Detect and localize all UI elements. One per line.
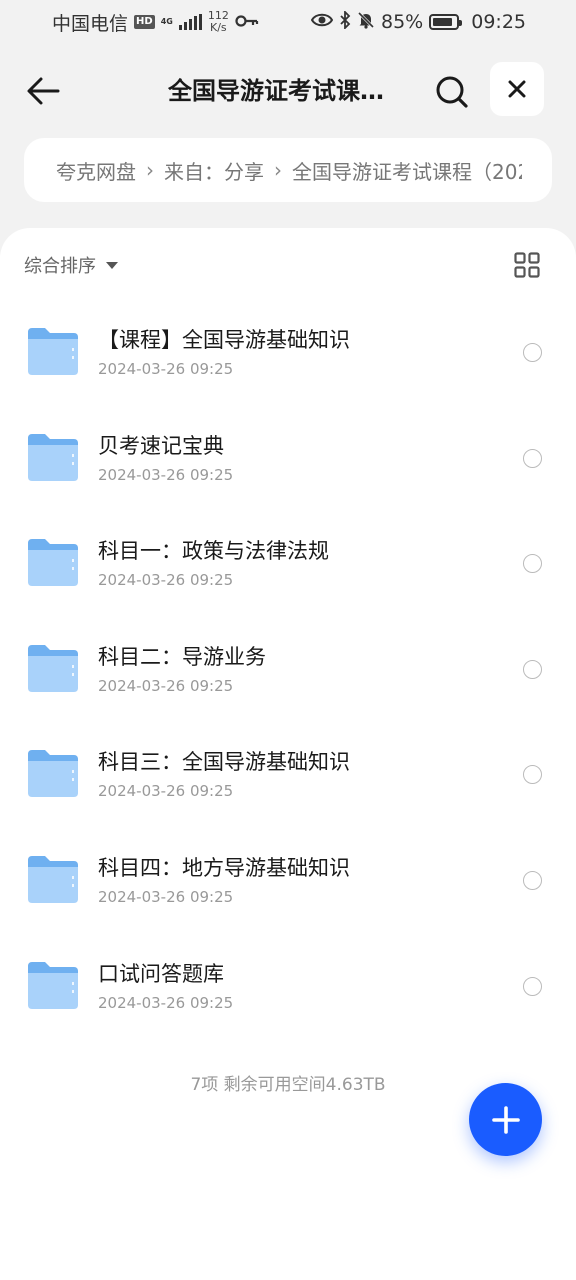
breadcrumb-item-root[interactable]: 夸克网盘 (56, 156, 136, 185)
hd-badge: HD (134, 15, 155, 29)
file-list: 【课程】全国导游基础知识 2024-03-26 09:25 贝考速记宝典 202… (0, 300, 576, 1039)
file-name: 科目二：导游业务 (98, 644, 266, 669)
folder-icon (28, 750, 78, 798)
bluetooth-icon (339, 9, 351, 34)
file-name: 口试问答题库 (98, 961, 224, 986)
battery-level (433, 18, 452, 26)
status-left: 中国电信 HD 4G 112 K/s (52, 9, 259, 36)
folder-icon (28, 328, 78, 375)
file-row[interactable]: 科目二：导游业务 2024-03-26 09:25 (0, 617, 576, 723)
select-checkbox[interactable] (523, 976, 542, 996)
grid-view-button[interactable] (514, 252, 540, 278)
file-row[interactable]: 【课程】全国导游基础知识 2024-03-26 09:25 (0, 300, 576, 406)
file-date: 2024-03-26 09:25 (98, 887, 234, 906)
select-checkbox[interactable] (523, 765, 542, 785)
carrier-label: 中国电信 (52, 12, 129, 35)
back-button[interactable] (24, 72, 62, 110)
clock: 09:25 (471, 11, 526, 33)
folder-icon (28, 539, 78, 587)
breadcrumb: 夸克网盘 › 来自：分享 › 全国导游证考试课程（2025最新版） (24, 138, 552, 202)
file-name: 贝考速记宝典 (98, 433, 224, 458)
page-title: 全国导游证考试课程（2025最新版） (168, 77, 400, 105)
signal-icon (178, 14, 202, 30)
network-speed: 112 K/s (207, 9, 229, 34)
select-checkbox[interactable] (523, 554, 542, 574)
file-date: 2024-03-26 09:25 (98, 465, 234, 484)
breadcrumb-item-current: 全国导游证考试课程（2025最新版） (292, 159, 522, 184)
battery-percent: 85% (381, 11, 424, 33)
search-icon (436, 76, 468, 108)
file-date: 2024-03-26 09:25 (98, 676, 234, 695)
folder-icon (28, 433, 78, 481)
file-date: 2024-03-26 09:25 (98, 993, 234, 1012)
file-name: 科目一：政策与法律法规 (98, 539, 329, 564)
sort-label: 综合排序 (24, 256, 96, 277)
file-name: 科目三：全国导游基础知识 (98, 750, 350, 775)
select-checkbox[interactable] (523, 659, 542, 679)
file-name: 科目四：地方导游基础知识 (98, 855, 350, 880)
select-checkbox[interactable] (523, 343, 542, 362)
file-row[interactable]: 科目一：政策与法律法规 2024-03-26 09:25 (0, 511, 576, 617)
file-row[interactable]: 科目三：全国导游基础知识 2024-03-26 09:25 (0, 722, 576, 828)
file-name: 【课程】全国导游基础知识 (98, 328, 350, 352)
header: 全国导游证考试课程（2025最新版） (0, 62, 576, 118)
plus-icon (491, 1105, 520, 1134)
sort-dropdown[interactable]: 综合排序 (24, 252, 118, 278)
caret-down-icon (106, 261, 118, 269)
close-icon (508, 80, 526, 98)
grid-view-icon (514, 252, 540, 278)
eye-icon (310, 11, 334, 33)
battery-icon (429, 14, 463, 30)
network-type: 4G (160, 17, 173, 26)
select-checkbox[interactable] (523, 870, 542, 890)
key-icon (235, 11, 259, 33)
file-row[interactable]: 口试问答题库 2024-03-26 09:25 (0, 934, 576, 1040)
file-row[interactable]: 科目四：地方导游基础知识 2024-03-26 09:25 (0, 828, 576, 934)
search-button[interactable] (432, 72, 472, 112)
chevron-right-icon: › (146, 158, 154, 182)
file-row[interactable]: 贝考速记宝典 2024-03-26 09:25 (0, 406, 576, 512)
folder-icon (28, 644, 78, 692)
file-date: 2024-03-26 09:25 (98, 782, 234, 801)
close-button[interactable] (490, 62, 544, 116)
mute-icon (357, 11, 375, 34)
back-arrow-icon (27, 77, 60, 105)
select-checkbox[interactable] (523, 448, 542, 468)
status-right: 85% 09:25 (310, 9, 526, 34)
add-button[interactable] (469, 1083, 542, 1156)
status-bar: 中国电信 HD 4G 112 K/s 85% 09:25 (0, 0, 576, 44)
chevron-right-icon: › (274, 158, 282, 182)
folder-icon (28, 855, 78, 903)
folder-icon (28, 961, 78, 1009)
breadcrumb-item-shared[interactable]: 来自：分享 (164, 156, 264, 185)
file-date: 2024-03-26 09:25 (98, 571, 234, 590)
file-date: 2024-03-26 09:25 (98, 360, 234, 378)
